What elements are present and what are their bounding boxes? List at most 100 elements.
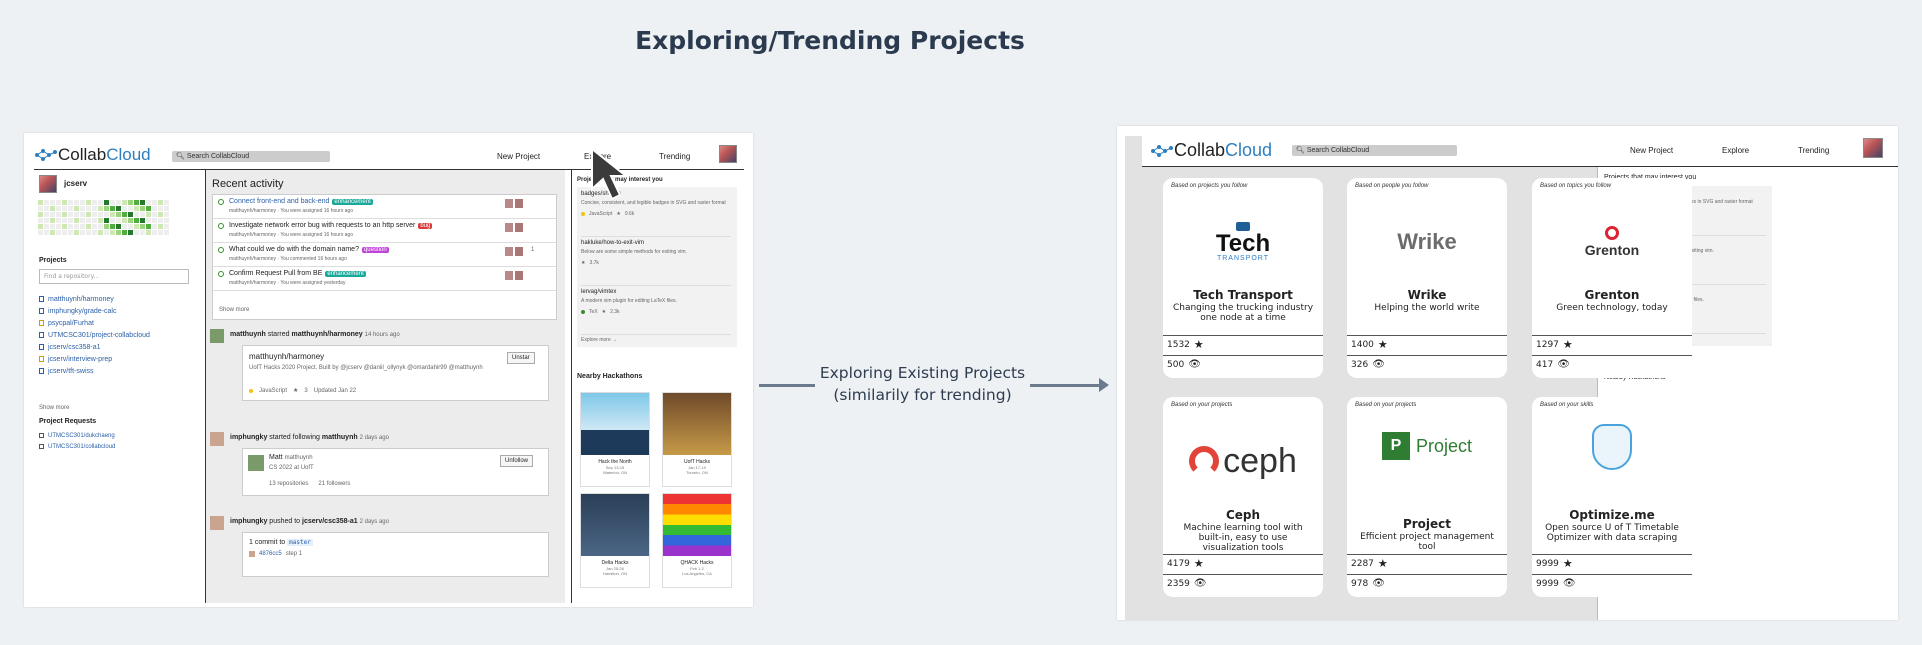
- card-title[interactable]: Project: [1347, 517, 1507, 531]
- explore-more-link[interactable]: Explore more →: [581, 337, 617, 343]
- card-stars: 3: [304, 387, 308, 394]
- feed-actor[interactable]: matthuynh: [230, 331, 266, 338]
- issues-show-more[interactable]: Show more: [219, 307, 249, 313]
- repo-item[interactable]: psycpal/Furhat: [39, 317, 150, 329]
- calendar-day: [74, 218, 79, 223]
- project-card[interactable]: Based on your skills Optimize.me Open sour…: [1532, 397, 1692, 597]
- hackathon-banner: [663, 494, 731, 556]
- followed-name[interactable]: Matt: [269, 454, 283, 461]
- issue-title[interactable]: Connect front-end and back-end: [229, 198, 329, 205]
- calendar-day: [98, 200, 103, 205]
- show-more-link[interactable]: Show more: [39, 405, 69, 411]
- hackathon-card[interactable]: Delta Hacks Jan 25-26 Hamilton, ON: [580, 493, 650, 588]
- project-card[interactable]: Based on your projects P Project Project Eff…: [1347, 397, 1507, 597]
- interest-name[interactable]: hakluke/how-to-exit-vim: [581, 240, 731, 246]
- unstar-button[interactable]: Unstar: [507, 352, 535, 364]
- star-icon[interactable]: ★: [1563, 338, 1573, 351]
- calendar-day: [62, 224, 67, 229]
- search-input[interactable]: 🔍︎ Search CollabCloud: [1292, 145, 1457, 156]
- card-title[interactable]: Optimize.me: [1532, 508, 1692, 522]
- collabcloud-logo[interactable]: CollabCloud: [34, 145, 151, 165]
- feed-card: 1 commit to master 4876cc5 step 1: [242, 532, 549, 577]
- calendar-day: [50, 206, 55, 211]
- branch-name[interactable]: master: [287, 539, 313, 546]
- calendar-day: [86, 218, 91, 223]
- issue-row[interactable]: Confirm Request Pull from BE enhancement m…: [213, 267, 556, 291]
- recent-activity-heading: Recent activity: [212, 178, 284, 190]
- collabcloud-logo[interactable]: CollabCloud: [1150, 140, 1272, 161]
- repo-item[interactable]: jcserv/tft-swiss: [39, 365, 150, 377]
- request-item[interactable]: UTMCSC301/collabcloud: [39, 441, 115, 452]
- card-title[interactable]: Grenton: [1532, 288, 1692, 302]
- interest-item[interactable]: lervag/vimtex A modern vim plugin for edi…: [581, 289, 731, 335]
- commit-sha[interactable]: 4876cc5: [259, 551, 282, 557]
- project-card[interactable]: Based on topics you follow Grenton Grenton…: [1532, 178, 1692, 378]
- issue-title[interactable]: What could we do with the domain name?: [229, 246, 359, 253]
- issue-row[interactable]: What could we do with the domain name? qu…: [213, 243, 556, 267]
- interest-item[interactable]: hakluke/how-to-exit-vim Below are some si…: [581, 240, 731, 286]
- user-avatar[interactable]: [1863, 138, 1883, 158]
- repo-item[interactable]: jcserv/csc358-a1: [39, 341, 150, 353]
- feed-actor[interactable]: imphungky: [230, 434, 267, 441]
- tech-logo-text: Tech: [1215, 230, 1271, 257]
- feed-target[interactable]: matthuynh: [322, 434, 358, 441]
- card-stars: 1400: [1351, 339, 1374, 350]
- find-repo-input[interactable]: Find a repository...: [39, 269, 189, 284]
- feed-target[interactable]: matthuynh/harmoney: [291, 331, 362, 338]
- project-card[interactable]: Based on your projects ceph Ceph Machine le…: [1163, 397, 1323, 597]
- card-title[interactable]: Ceph: [1163, 508, 1323, 522]
- issue-row[interactable]: Connect front-end and back-end enhancemen…: [213, 195, 556, 219]
- star-icon[interactable]: ★: [1563, 557, 1573, 570]
- unfollow-button[interactable]: Unfollow: [500, 455, 534, 467]
- project-card[interactable]: Based on projects you follow Tech TRANSPOR…: [1163, 178, 1323, 378]
- request-item[interactable]: UTMCSC301/dukchaeng: [39, 430, 115, 441]
- nav-new-project[interactable]: New Project: [1630, 146, 1673, 155]
- star-icon[interactable]: ★: [1194, 338, 1204, 351]
- user-avatar[interactable]: [719, 145, 737, 163]
- feed-action: pushed to: [269, 518, 301, 525]
- card-repo-title[interactable]: matthuynh/harmoney: [249, 352, 324, 361]
- repo-item[interactable]: jcserv/interview-prep: [39, 353, 150, 365]
- card-title[interactable]: Wrike: [1347, 288, 1507, 302]
- hackathon-card[interactable]: UofT Hacks Jan 17-19 Toronto, ON: [662, 392, 732, 487]
- hackathon-card[interactable]: Hack the North Sep 13-15 Waterloo, ON: [580, 392, 650, 487]
- star-icon[interactable]: ★: [1378, 557, 1388, 570]
- comment-count: 1: [531, 247, 534, 253]
- issue-title[interactable]: Confirm Request Pull from BE: [229, 270, 322, 277]
- repo-item[interactable]: imphungky/grade-calc: [39, 305, 150, 317]
- repo-name: matthuynh/harmoney: [48, 295, 114, 303]
- issue-title[interactable]: Investigate network error bug with reque…: [229, 222, 415, 229]
- nav-new-project[interactable]: New Project: [497, 152, 540, 161]
- arrow-line-right: [1030, 384, 1102, 387]
- calendar-day: [152, 212, 157, 217]
- sidebar-username[interactable]: jcserv: [64, 179, 87, 188]
- card-source: Based on your skills: [1540, 402, 1594, 408]
- comment-count-value: 1: [531, 247, 535, 253]
- card-views: 9999: [1536, 578, 1559, 589]
- hackathon-card[interactable]: QHACK Hacks Feb 1-2 Los Angeles, CA: [662, 493, 732, 588]
- star-icon[interactable]: ★: [1378, 338, 1388, 351]
- project-p-icon: P: [1381, 432, 1410, 460]
- card-title[interactable]: Tech Transport: [1163, 288, 1323, 302]
- sidebar-avatar[interactable]: [39, 175, 57, 193]
- hackathon-banner: [581, 393, 649, 455]
- repo-item[interactable]: UTMCSC301/project-collabcloud: [39, 329, 150, 341]
- calendar-day: [110, 224, 115, 229]
- issue-row[interactable]: Investigate network error bug with reque…: [213, 219, 556, 243]
- repo-item[interactable]: matthuynh/harmoney: [39, 293, 150, 305]
- nav-explore[interactable]: Explore: [1722, 146, 1749, 155]
- eye-icon: 👁︎: [1557, 359, 1570, 370]
- interest-name[interactable]: lervag/vimtex: [581, 289, 731, 295]
- nav-trending[interactable]: Trending: [659, 152, 690, 161]
- project-card[interactable]: Based on people you follow Wrike Wrike Help…: [1347, 178, 1507, 378]
- feed-actor[interactable]: imphungky: [230, 518, 267, 525]
- logo-text: CollabCloud: [1174, 140, 1272, 161]
- calendar-day: [56, 206, 61, 211]
- star-icon[interactable]: ★: [1194, 557, 1204, 570]
- actor-avatar[interactable]: [210, 516, 224, 530]
- actor-avatar[interactable]: [210, 432, 224, 446]
- actor-avatar[interactable]: [210, 329, 224, 343]
- search-input[interactable]: 🔍︎ Search CollabCloud: [172, 151, 330, 162]
- nav-trending[interactable]: Trending: [1798, 146, 1829, 155]
- feed-target[interactable]: jcserv/csc358-a1: [302, 518, 358, 525]
